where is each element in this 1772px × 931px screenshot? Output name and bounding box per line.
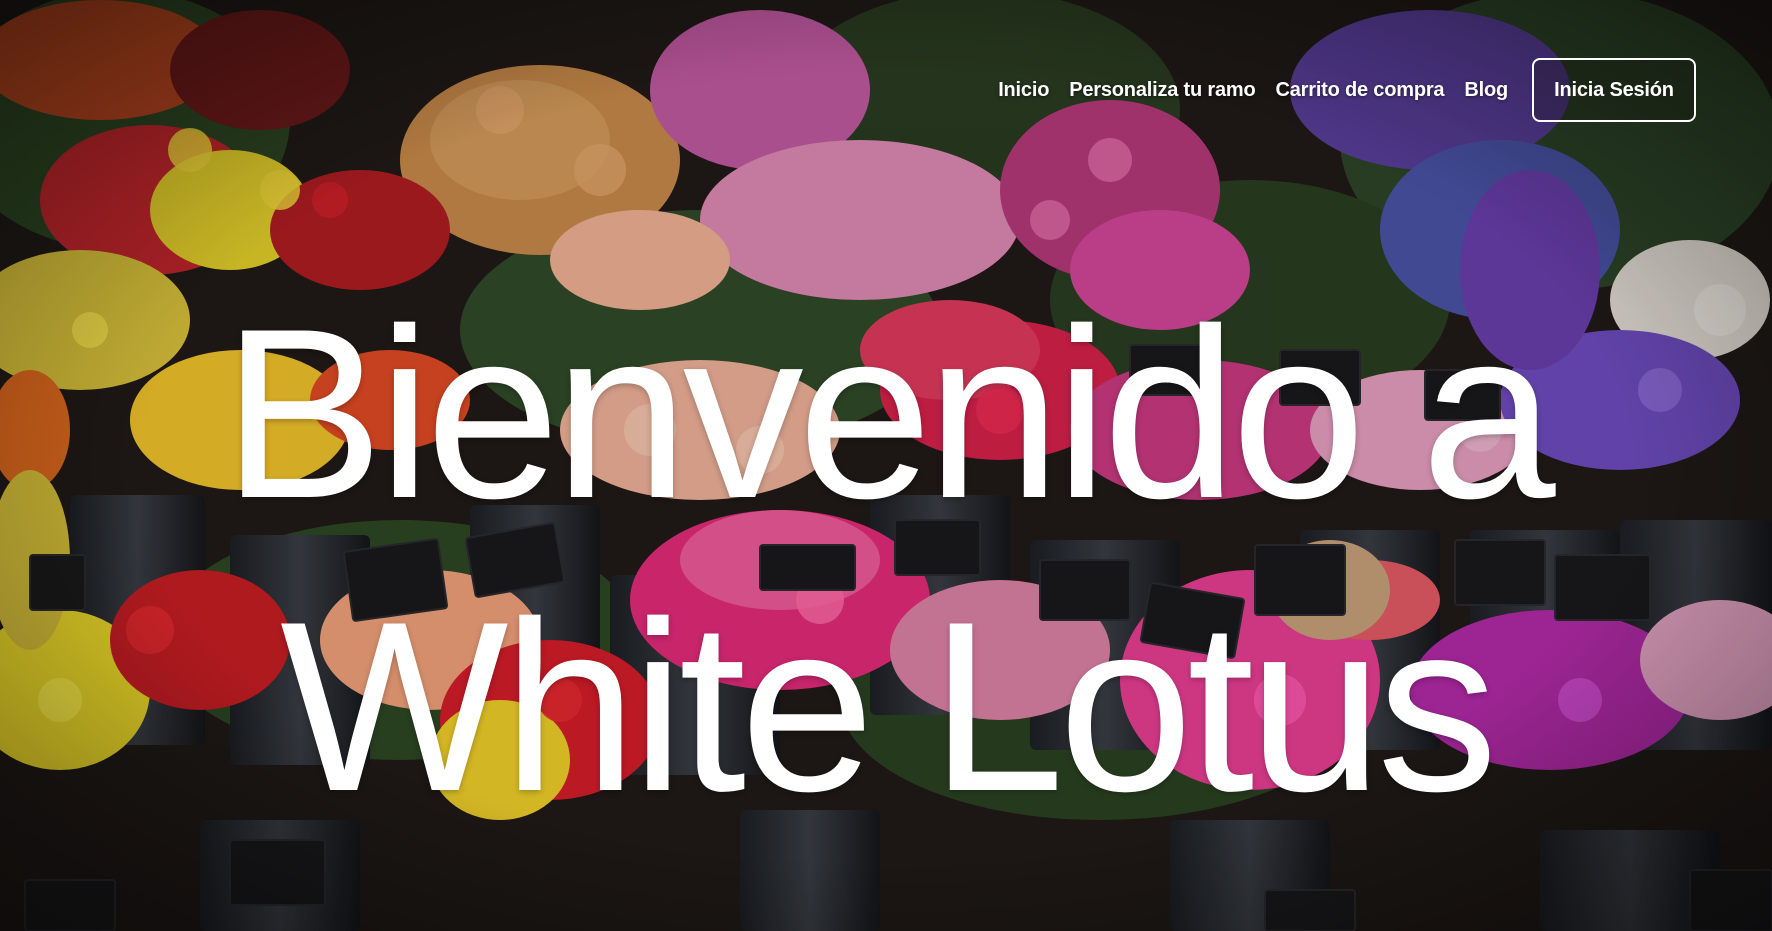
nav-link-blog[interactable]: Blog (1464, 79, 1508, 102)
hero-title-line-1: Bienvenido a (222, 279, 1555, 549)
hero-title: Bienvenido a White Lotus (0, 268, 1772, 854)
nav-link-inicio[interactable]: Inicio (998, 79, 1049, 102)
nav-link-personaliza-ramo[interactable]: Personaliza tu ramo (1069, 79, 1255, 102)
nav-link-carrito[interactable]: Carrito de compra (1275, 79, 1444, 102)
main-nav: Inicio Personaliza tu ramo Carrito de co… (998, 58, 1696, 122)
login-button[interactable]: Inicia Sesión (1532, 58, 1696, 122)
hero-title-line-2: White Lotus (280, 572, 1498, 842)
hero-section: Inicio Personaliza tu ramo Carrito de co… (0, 0, 1772, 931)
